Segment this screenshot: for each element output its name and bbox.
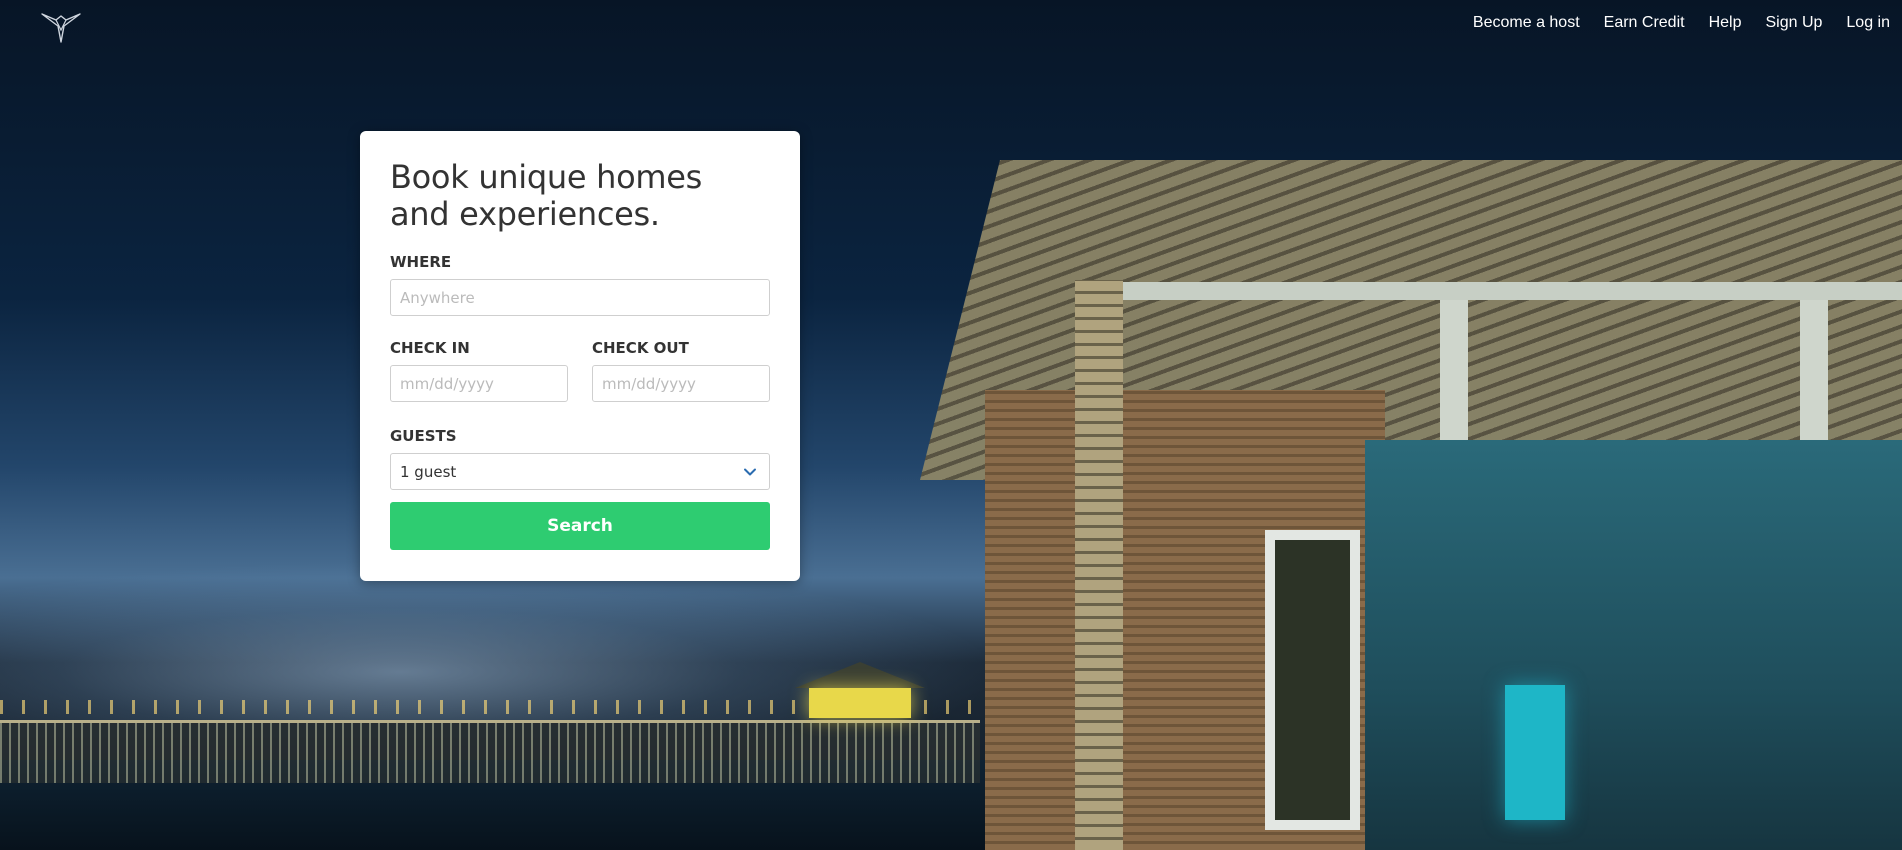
where-input[interactable]	[390, 279, 770, 316]
house-doorway	[1265, 530, 1360, 830]
search-button[interactable]: Search	[390, 502, 770, 550]
where-label: WHERE	[390, 253, 452, 271]
check-out-label: CHECK OUT	[592, 339, 689, 357]
card-title: Book unique homes and experiences.	[390, 158, 703, 233]
search-card: Book unique homes and experiences. WHERE…	[360, 131, 800, 581]
pier-railing	[0, 720, 980, 783]
gazebo	[795, 662, 925, 722]
nav-sign-up[interactable]: Sign Up	[1765, 14, 1822, 32]
house-window	[1505, 685, 1565, 820]
check-in-label: CHECK IN	[390, 339, 470, 357]
guests-group: GUESTS 1 guest	[390, 427, 770, 490]
bird-logo-icon[interactable]	[40, 12, 82, 44]
nav-become-host[interactable]: Become a host	[1473, 14, 1580, 32]
chevron-down-icon	[744, 468, 756, 476]
hero-background: Become a host Earn Credit Help Sign Up L…	[0, 0, 1902, 850]
nav-help[interactable]: Help	[1709, 14, 1742, 32]
house-post	[1800, 300, 1828, 460]
check-in-group: CHECK IN	[390, 339, 568, 402]
top-nav: Become a host Earn Credit Help Sign Up L…	[1473, 14, 1890, 32]
nav-log-in[interactable]: Log in	[1846, 14, 1890, 32]
check-out-group: CHECK OUT	[592, 339, 770, 402]
check-out-input[interactable]	[592, 365, 770, 402]
dates-row: CHECK IN CHECK OUT	[390, 339, 770, 402]
guests-select[interactable]: 1 guest	[390, 453, 770, 490]
house-teal-wall	[1365, 440, 1902, 850]
check-in-input[interactable]	[390, 365, 568, 402]
guests-value: 1 guest	[400, 462, 457, 481]
house-pillar	[1075, 280, 1123, 850]
guests-label: GUESTS	[390, 427, 457, 445]
house-beam	[1120, 282, 1902, 300]
nav-earn-credit[interactable]: Earn Credit	[1604, 14, 1685, 32]
